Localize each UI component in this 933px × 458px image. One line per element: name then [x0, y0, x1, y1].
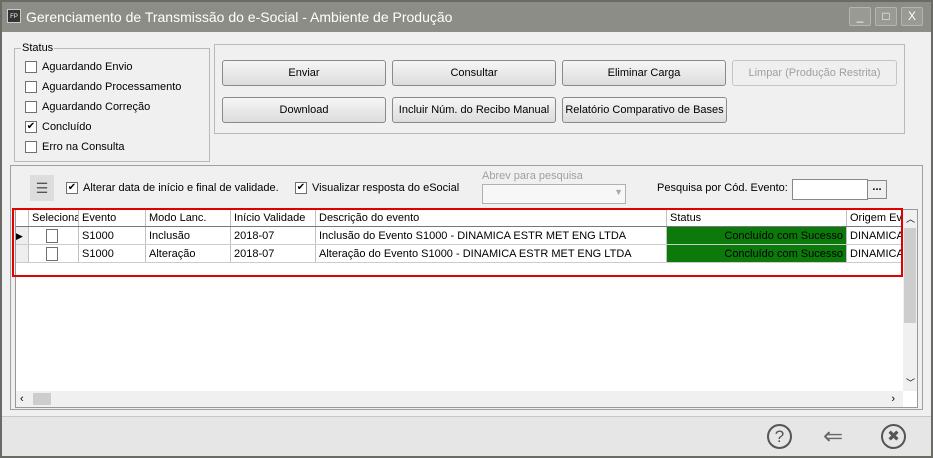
highlight-box [12, 208, 903, 277]
chevron-down-icon: ▼ [614, 187, 623, 197]
close-window-button[interactable]: X [901, 7, 923, 26]
scroll-right-icon[interactable]: › [891, 393, 895, 405]
select-all-icon[interactable]: ☰ [30, 175, 54, 201]
filter-aguardando-correcao[interactable]: Aguardando Correção [25, 101, 150, 113]
checkbox-checked[interactable]: ✔ [295, 182, 307, 194]
title-bar: FP Gerenciamento de Transmissão do e-Soc… [2, 2, 931, 32]
scroll-left-icon[interactable]: ‹ [20, 393, 24, 405]
checkbox-label: Concluído [42, 121, 92, 133]
help-icon[interactable]: ? [767, 424, 792, 449]
download-button[interactable]: Download [222, 97, 386, 123]
visualizar-resposta-option[interactable]: ✔ Visualizar resposta do eSocial [295, 182, 459, 194]
app-icon: FP [7, 9, 21, 23]
alterar-validade-option[interactable]: ✔ Alterar data de início e final de valid… [66, 182, 279, 194]
scroll-thumb[interactable] [904, 228, 916, 323]
status-group-label: Status [21, 42, 55, 54]
checkbox[interactable] [25, 61, 37, 73]
filter-concluido[interactable]: ✔ Concluído [25, 121, 92, 133]
abrev-combobox[interactable]: ▼ [482, 184, 626, 204]
lookup-button[interactable]: ... [867, 180, 887, 199]
horizontal-scrollbar[interactable]: ‹ › [16, 391, 903, 407]
abrev-label: Abrev para pesquisa [482, 170, 583, 182]
eliminar-carga-button[interactable]: Eliminar Carga [562, 60, 726, 86]
checkbox[interactable] [25, 81, 37, 93]
scroll-down-icon[interactable]: ﹀ [906, 376, 915, 389]
pesquisa-label: Pesquisa por Cód. Evento: [657, 182, 788, 194]
window-title: Gerenciamento de Transmissão do e-Social… [26, 9, 453, 25]
maximize-button[interactable]: □ [875, 7, 897, 26]
close-icon[interactable]: ✖ [881, 424, 906, 449]
checkbox[interactable] [25, 101, 37, 113]
pesquisa-input[interactable] [792, 179, 868, 200]
filter-erro-consulta[interactable]: Erro na Consulta [25, 141, 125, 153]
checkbox-label: Erro na Consulta [42, 141, 125, 153]
vertical-scrollbar[interactable]: ︿ ﹀ [903, 210, 917, 391]
limpar-button[interactable]: Limpar (Produção Restrita) [732, 60, 897, 86]
checkbox-label: Visualizar resposta do eSocial [312, 182, 460, 194]
checkbox-label: Aguardando Processamento [42, 81, 182, 93]
filter-aguardando-envio[interactable]: Aguardando Envio [25, 61, 133, 73]
incluir-recibo-button[interactable]: Incluir Núm. do Recibo Manual [392, 97, 556, 123]
checkbox-label: Aguardando Correção [42, 101, 151, 113]
scroll-up-icon[interactable]: ︿ [906, 212, 915, 225]
enviar-button[interactable]: Enviar [222, 60, 386, 86]
checkbox-label: Aguardando Envio [42, 61, 133, 73]
consultar-button[interactable]: Consultar [392, 60, 556, 86]
status-group: Status Aguardando Envio Aguardando Proce… [14, 42, 210, 162]
scroll-thumb[interactable] [33, 393, 51, 405]
checkbox-checked[interactable]: ✔ [66, 182, 78, 194]
checkbox-checked[interactable]: ✔ [25, 121, 37, 133]
minimize-button[interactable]: _ [849, 7, 871, 26]
checkbox[interactable] [25, 141, 37, 153]
filter-aguardando-processamento[interactable]: Aguardando Processamento [25, 81, 181, 93]
back-arrow-icon[interactable]: ⇐ [823, 422, 843, 451]
relatorio-button[interactable]: Relatório Comparativo de Bases [562, 97, 727, 123]
footer-bar: ? ⇐ ✖ [2, 416, 931, 456]
checkbox-label: Alterar data de início e final de valida… [83, 182, 279, 194]
